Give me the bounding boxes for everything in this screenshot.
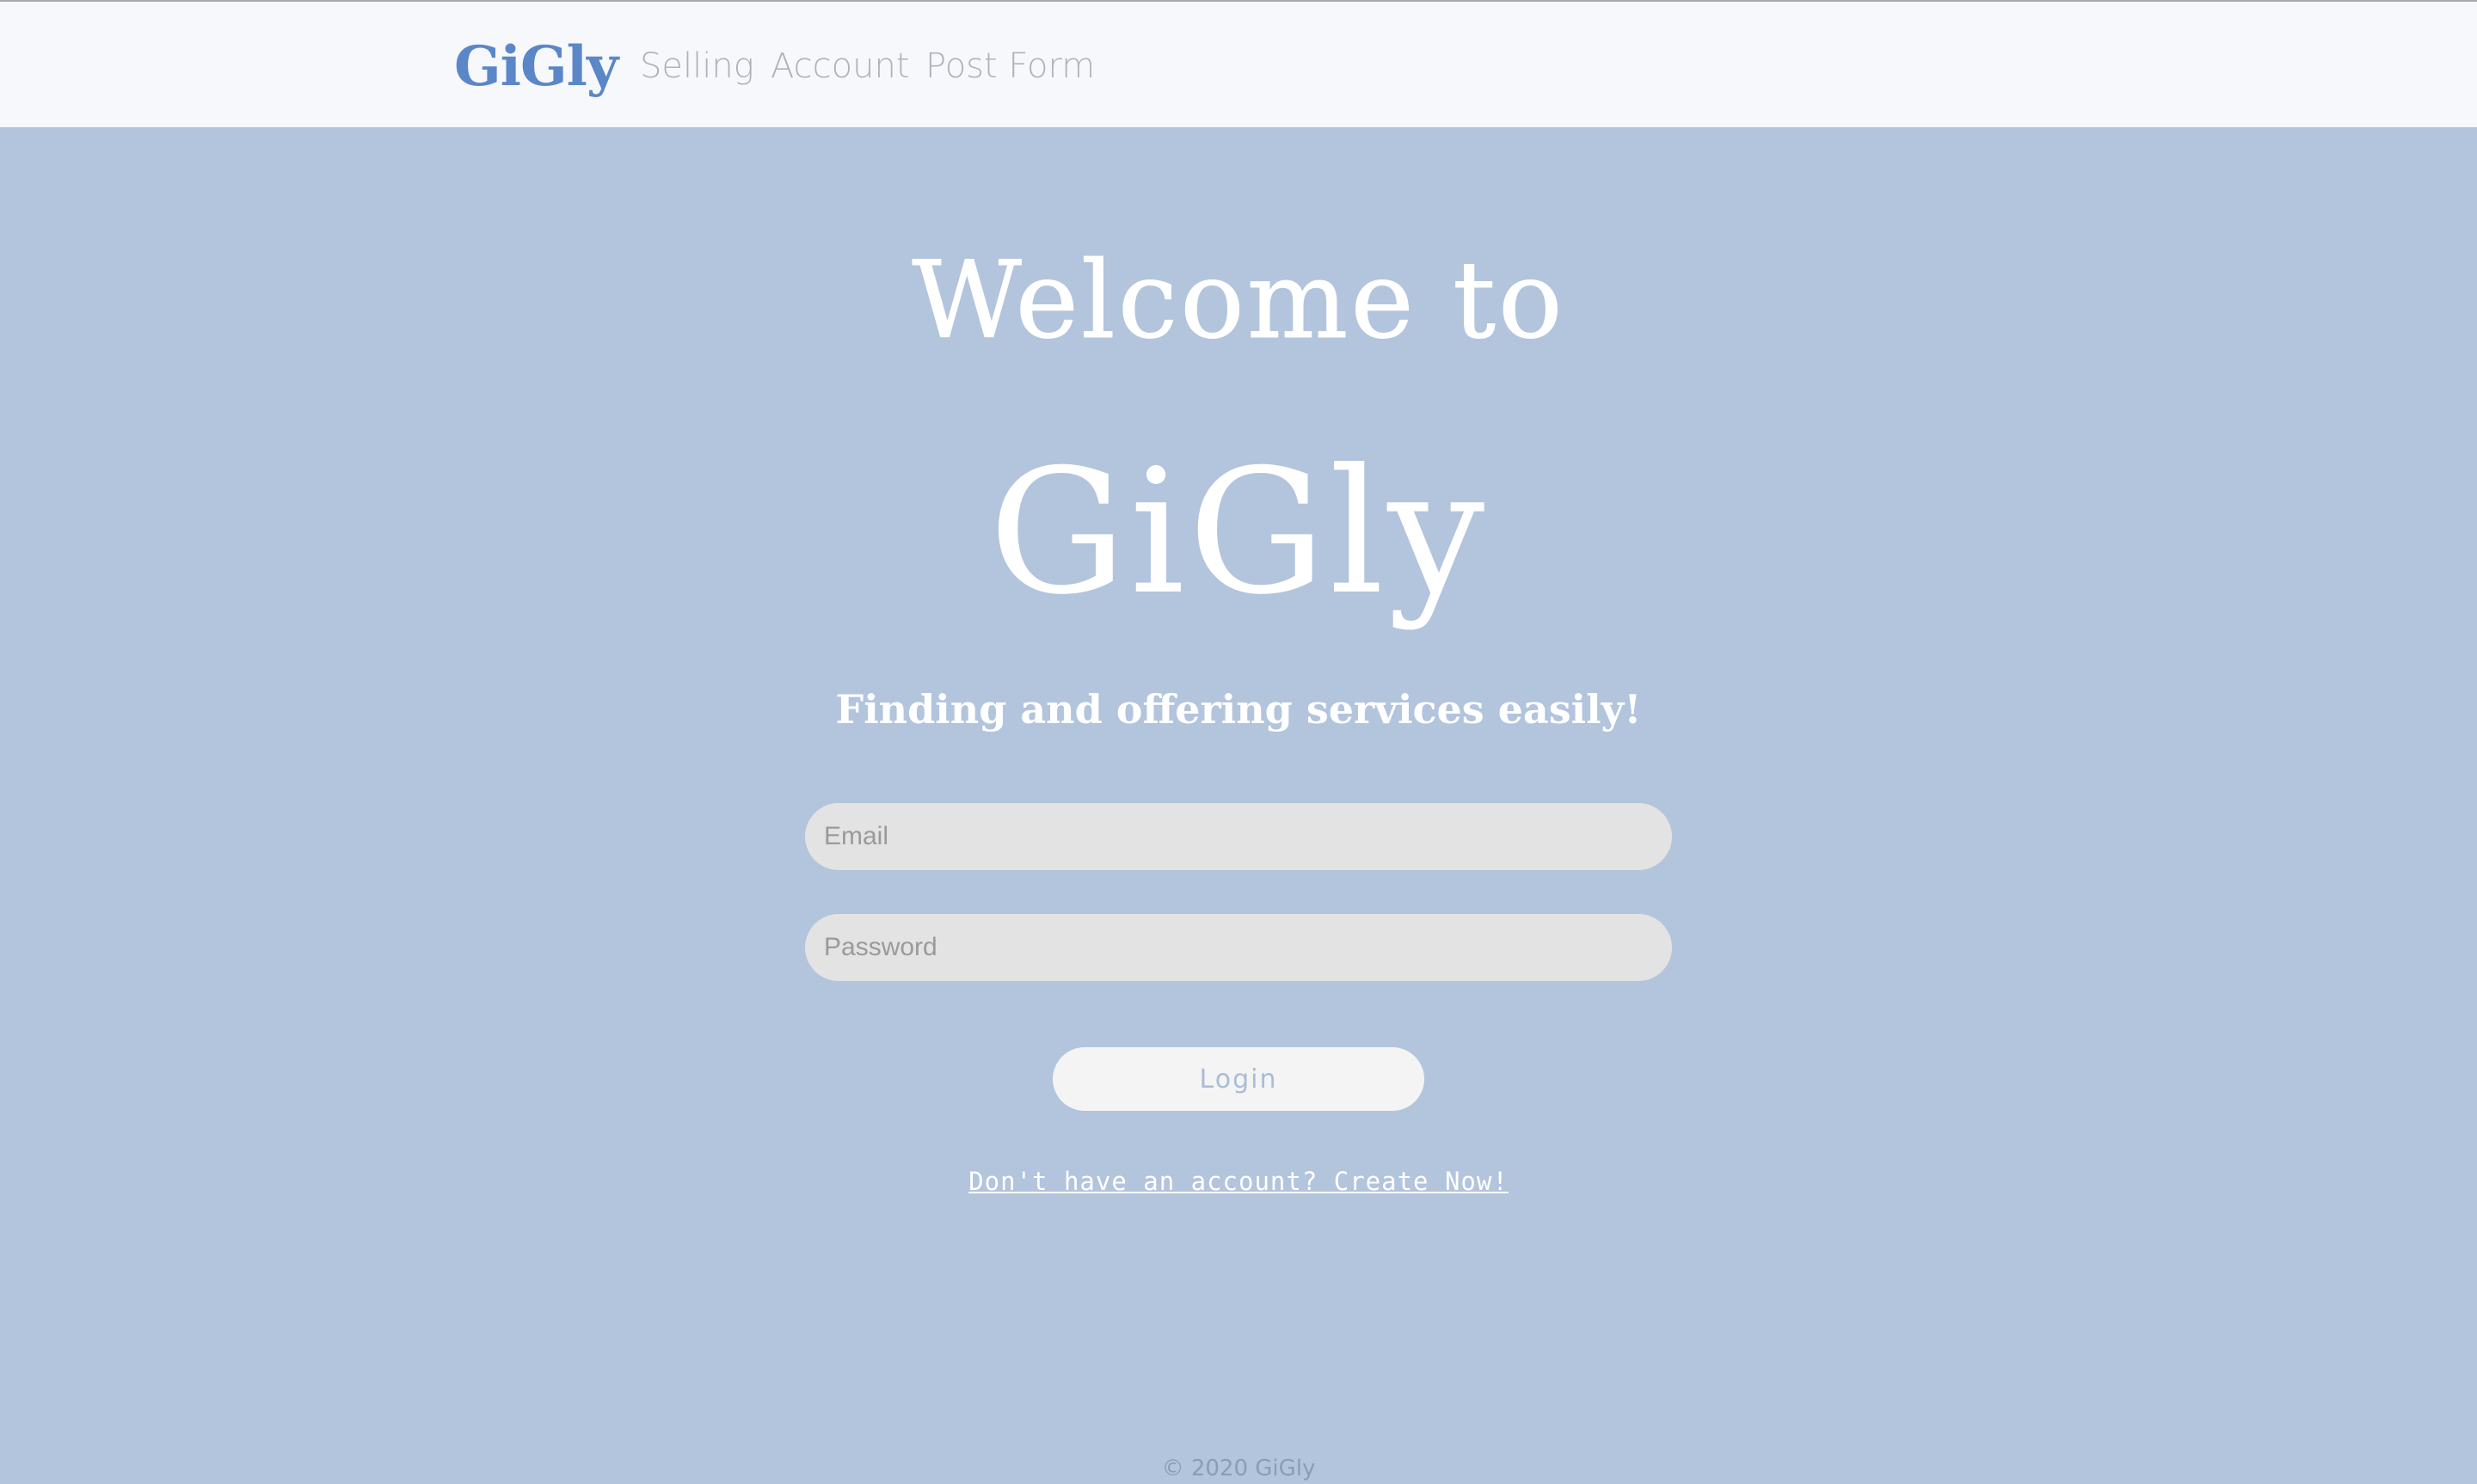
- password-input[interactable]: [805, 914, 1672, 981]
- nav-link-selling[interactable]: Selling: [640, 36, 754, 96]
- hero-title: GiGly: [988, 432, 1489, 633]
- email-input[interactable]: [805, 803, 1672, 870]
- signup-link-container: Don't have an account? Create Now!: [0, 1162, 2477, 1200]
- brand-logo-link[interactable]: GiGly: [454, 26, 618, 108]
- hero-welcome-heading: Welcome to: [912, 239, 1565, 364]
- login-button[interactable]: Login: [1053, 1047, 1424, 1111]
- hero-tagline: Finding and offering services easily!: [835, 686, 1642, 733]
- nav-link-account[interactable]: Account: [771, 36, 910, 96]
- nav-link-post-form[interactable]: Post Form: [925, 36, 1095, 96]
- create-account-link[interactable]: Don't have an account? Create Now!: [968, 1167, 1509, 1196]
- footer-copyright: © 2020 GiGly: [1161, 1456, 1316, 1481]
- navbar: GiGly Selling Account Post Form: [0, 0, 2477, 127]
